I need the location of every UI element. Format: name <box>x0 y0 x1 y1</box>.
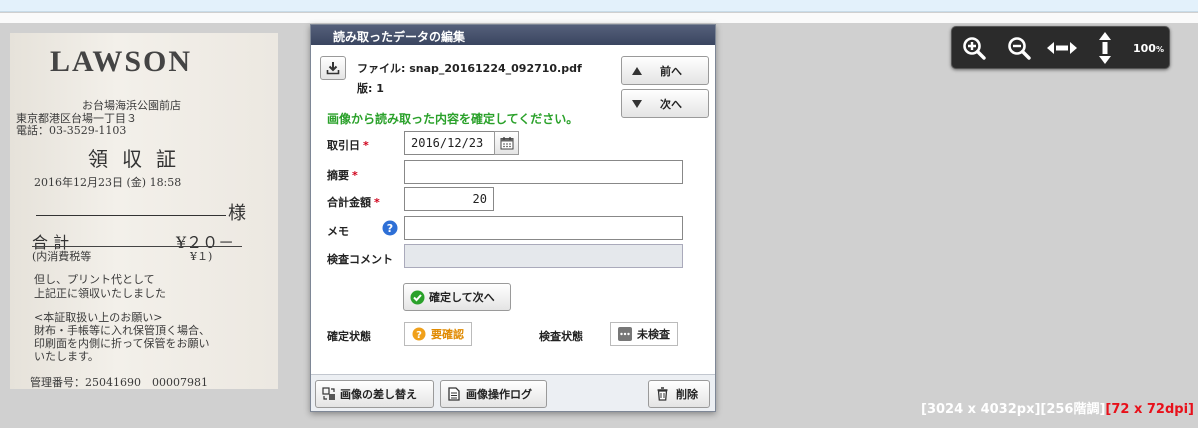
question-circle-icon: ? <box>412 327 426 341</box>
dialog-title: 読み取ったデータの編集 <box>311 25 715 45</box>
receipt-phone: 電話：03-3529-1103 <box>16 124 127 137</box>
confirm-message: 画像から読み取った内容を確定してください。 <box>327 112 579 126</box>
check-circle-icon <box>410 290 425 304</box>
download-icon <box>326 62 340 75</box>
receipt-management-number: 管理番号：25041690 00007981 <box>30 376 208 389</box>
triangle-down-icon <box>632 99 642 108</box>
amount-label: 合計金額 * <box>327 196 380 209</box>
receipt-brand: LAWSON <box>50 45 193 78</box>
date-input[interactable]: 2016/12/23 <box>404 131 496 155</box>
summary-label: 摘要 * <box>327 169 358 182</box>
image-levels: [256階調] <box>1040 402 1106 417</box>
help-icon[interactable]: ? <box>382 220 398 236</box>
receipt-title: 領収証 <box>88 147 190 171</box>
memo-input[interactable] <box>404 216 683 240</box>
replace-icon <box>322 387 335 400</box>
svg-text:?: ? <box>387 222 393 235</box>
dialog-footer: 画像の差し替え 画像操作ログ 削除 <box>311 374 715 411</box>
zoom-level: 100% <box>1133 42 1164 55</box>
top-strip <box>0 13 1198 23</box>
summary-input[interactable] <box>404 160 683 184</box>
receipt-note-6: いたします。 <box>34 350 99 363</box>
receipt-name-line <box>36 215 226 216</box>
document-icon <box>448 387 460 401</box>
fit-width-icon[interactable] <box>1047 40 1077 56</box>
next-button[interactable]: 次へ <box>621 89 709 118</box>
date-label: 取引日 * <box>327 139 369 152</box>
prev-label: 前へ <box>660 64 682 78</box>
receipt-datetime: 2016年12月23日 (金) 18:58 <box>34 176 182 189</box>
next-label: 次へ <box>660 97 682 111</box>
prev-button[interactable]: 前へ <box>621 56 709 85</box>
zoom-out-icon[interactable] <box>1007 36 1031 60</box>
receipt-sama: 様 <box>228 203 246 224</box>
inspect-status-badge: 未検査 <box>610 322 678 346</box>
image-dpi: [72 x 72dpi] <box>1105 402 1194 417</box>
receipt-tax-value: ¥１) <box>190 250 213 263</box>
receipt-total-underline <box>32 246 242 247</box>
confirm-status-label: 確定状態 <box>327 330 371 343</box>
image-log-button[interactable]: 画像操作ログ <box>440 380 547 408</box>
review-comment-label: 検査コメント <box>327 253 393 266</box>
file-name: ファイル: snap_20161224_092710.pdf <box>357 62 582 75</box>
receipt-image: LAWSON お台場海浜公園前店 東京都港区台場一丁目３ 電話：03-3529-… <box>10 33 278 389</box>
version: 版: 1 <box>357 82 384 95</box>
edit-data-dialog: 読み取ったデータの編集 ファイル: snap_20161224_092710.p… <box>310 24 716 412</box>
trash-icon <box>657 387 668 401</box>
confirm-status-badge: ? 要確認 <box>404 322 472 346</box>
delete-button[interactable]: 削除 <box>648 380 710 408</box>
calendar-icon <box>500 137 513 150</box>
inspect-status-label: 検査状態 <box>539 330 583 343</box>
replace-image-button[interactable]: 画像の差し替え <box>315 380 434 408</box>
triangle-up-icon <box>632 66 642 75</box>
required-mark: * <box>363 139 369 152</box>
amount-input[interactable]: 20 <box>404 187 494 211</box>
download-button[interactable] <box>320 56 346 80</box>
receipt-note-2: 上記正に領収いたしました <box>34 287 166 300</box>
ellipsis-icon <box>618 327 632 341</box>
image-size: [3024 x 4032px] <box>921 402 1041 417</box>
top-bar <box>0 0 1198 12</box>
image-info: [3024 x 4032px][256階調][72 x 72dpi] <box>921 398 1194 417</box>
zoom-in-icon[interactable] <box>962 36 986 60</box>
zoom-toolbar: 100% <box>951 26 1170 69</box>
memo-label: メモ <box>327 225 349 238</box>
receipt-tax-label: (内消費税等 <box>32 250 92 263</box>
review-comment-input <box>404 244 683 268</box>
svg-text:?: ? <box>416 330 422 341</box>
fit-height-icon[interactable] <box>1097 32 1113 64</box>
confirm-next-label: 確定して次へ <box>429 291 495 304</box>
calendar-button[interactable] <box>494 131 519 155</box>
confirm-next-button[interactable]: 確定して次へ <box>403 283 511 311</box>
